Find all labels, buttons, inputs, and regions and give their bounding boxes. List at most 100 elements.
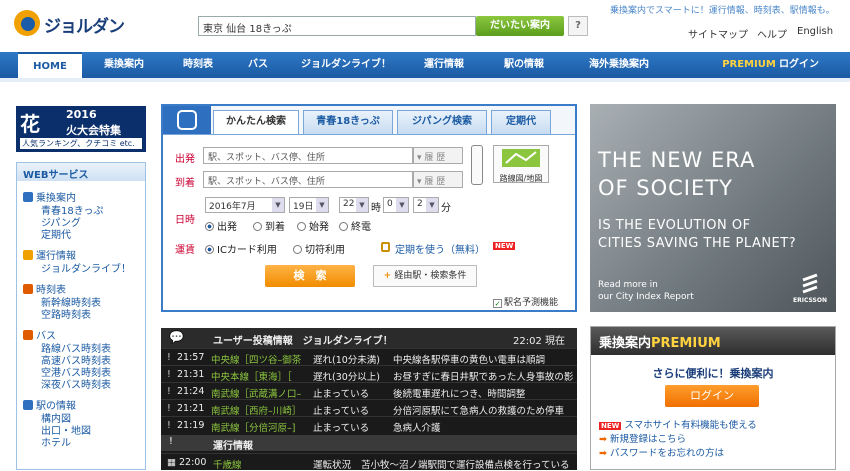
nav-overseas[interactable]: 海外乗換案内 — [574, 52, 664, 78]
route-map-label: 路線図/地図 — [499, 174, 543, 183]
sitemap-link[interactable]: サイトマップ — [688, 26, 748, 41]
nav-home[interactable]: HOME — [18, 52, 82, 78]
arrow-icon: ➡ — [599, 434, 607, 445]
hour-select[interactable]: 22 ▼ — [339, 197, 369, 213]
premium-link-smartphone[interactable]: NEW スマホサイト有料機能も使える — [599, 417, 757, 431]
feed-row[interactable]: ! 21:57 中央線［四ツ谷–御茶 遅れ(10分未満) 中央線各駅停車の黄色い電車は順… — [161, 348, 577, 366]
help-link[interactable]: ヘルプ — [757, 26, 787, 41]
time-option-label: 終電 — [351, 222, 371, 233]
to-history-dropdown[interactable]: ▾ 履 歴 — [413, 171, 463, 188]
warning-icon: ! — [169, 436, 173, 447]
info-icon: ! — [167, 369, 171, 380]
tab-commuter[interactable]: 定期代 — [491, 110, 551, 134]
minute-tens-value: 0 — [387, 199, 393, 209]
nav-timetable[interactable]: 時刻表 — [166, 52, 230, 78]
help-button[interactable]: ? — [568, 16, 588, 36]
route-map-button[interactable]: 路線図/地図 — [493, 145, 549, 183]
chevron-down-icon: ▼ — [356, 198, 368, 212]
jorudan-logo-icon[interactable] — [14, 10, 40, 36]
ops-row[interactable]: ▦ 22:00 千歳線 運転状況 苫小牧〜沼ノ端駅間で運行設備点検を行っている — [161, 453, 577, 471]
fare-label: 運賃 — [175, 245, 195, 256]
conditions-button[interactable]: + 経由駅・検索条件 — [373, 265, 477, 287]
nav-jorudan-live[interactable]: ジョルダンライブ！ — [290, 52, 402, 78]
time-option-label: 出発 — [217, 222, 237, 233]
time-option-arrival[interactable]: 到着 — [253, 218, 285, 233]
feed-time: 22:02 現在 — [513, 336, 565, 347]
from-station-input[interactable]: 駅、スポット、バス停、住所 — [203, 147, 413, 164]
ops-header: ! 運行情報 — [161, 435, 577, 452]
tab-easy-search[interactable]: かんたん検索 — [213, 110, 299, 134]
info-icon: ! — [167, 420, 171, 431]
new-badge: NEW — [599, 422, 622, 430]
to-history-label: 履 歴 — [424, 177, 446, 187]
info-icon: ! — [167, 386, 171, 397]
nav-bus[interactable]: バス — [232, 52, 284, 78]
feed-title: ユーザー投稿情報 ジョルダンライブ！ — [213, 336, 393, 347]
site-logo[interactable]: ジョルダン — [44, 12, 125, 37]
minute-tens-select[interactable]: 0 ▼ — [383, 197, 409, 213]
feed-row[interactable]: ! 21:24 南武線［武蔵溝ノ口– 止まっている 後続電車遅れにつき、時間調整 — [161, 382, 577, 400]
tab-seishun18[interactable]: 青春18きっぷ — [303, 110, 393, 134]
date-label: 日時 — [175, 215, 195, 226]
route-search-button[interactable]: 検 索 — [265, 265, 355, 287]
service-icon — [23, 400, 33, 410]
ws-item[interactable]: 定期代 — [41, 226, 71, 241]
nav-station-info[interactable]: 駅の情報 — [492, 52, 556, 78]
fare-ticket[interactable]: 切符利用 — [293, 241, 345, 256]
ops-title: 運行情報 — [213, 441, 253, 452]
search-button[interactable]: だいたい案内 — [476, 16, 564, 36]
premium-title-b: PREMIUM — [651, 336, 721, 351]
feed-line: 中央線［四ツ谷–御茶 — [211, 355, 302, 366]
ws-item[interactable]: ジョルダンライブ！ — [41, 260, 131, 275]
premium-link-password[interactable]: ➡ パスワードをお忘れの方は — [599, 445, 724, 459]
ws-item[interactable]: ホテル — [41, 434, 71, 449]
feed-row[interactable]: ! 21:21 南武線［西府–川崎］ 止まっている 分倍河原駅にて急病人の救護のため停車 — [161, 399, 577, 417]
nav-operation-info[interactable]: 運行情報 — [412, 52, 476, 78]
banner-year: 2016 — [66, 108, 97, 121]
feed-row[interactable]: ! 21:19 南武線［分倍河原–] 止まっている 急病人介護 — [161, 416, 577, 434]
time-option-label: 到着 — [265, 222, 285, 233]
nav-transfer[interactable]: 乗換案内 — [92, 52, 156, 78]
ericsson-ad[interactable]: THE NEW ERA OF SOCIETY IS THE EVOLUTION … — [590, 104, 836, 312]
radio-icon — [205, 222, 214, 231]
ad-headline-2: OF SOCIETY — [598, 176, 733, 200]
panel-body: 出発 駅、スポット、バス停、住所 ▾ 履 歴 到着 駅、スポット、バス停、住所 … — [163, 134, 575, 310]
swap-stations-button[interactable] — [471, 145, 483, 185]
feed-line: 南武線［西府–川崎］ — [211, 406, 302, 417]
ericsson-logo: ERICSSON — [790, 272, 830, 308]
lock-icon — [381, 242, 390, 252]
search-input[interactable]: 東京 仙台 18きっぷ — [198, 16, 476, 36]
ops-message: 苫小牧〜沼ノ端駅間で運行設備点検を行っている — [361, 460, 570, 471]
year-month-select[interactable]: 2016年7月 ▼ — [205, 197, 285, 213]
check-icon: ✓ — [493, 299, 502, 308]
ws-item[interactable]: 空路時刻表 — [41, 306, 91, 321]
feed-line: 中央本線［東海］［ — [211, 372, 292, 383]
premium-title: 乗換案内PREMIUM — [591, 327, 835, 355]
feed-line: 南武線［武蔵溝ノ口– — [211, 389, 302, 400]
fireworks-banner[interactable]: 花 2016 火大会特集 人気ランキング、クチコミ etc. — [16, 106, 146, 152]
feed-status: 遅れ(10分未満) — [313, 355, 381, 366]
info-icon: ! — [167, 403, 171, 414]
commuter-link[interactable]: 定期を使う（無料） — [395, 241, 485, 256]
conditions-label: 経由駅・検索条件 — [394, 271, 467, 281]
time-option-departure[interactable]: 出発 — [205, 218, 237, 233]
day-select[interactable]: 19日 ▼ — [289, 197, 329, 213]
suggest-checkbox[interactable]: ✓ 駅名予測機能 — [493, 295, 558, 308]
chevron-down-icon: ▼ — [396, 198, 408, 212]
time-option-last[interactable]: 終電 — [339, 218, 371, 233]
service-icon — [23, 192, 33, 202]
ws-item[interactable]: 深夜バス時刻表 — [41, 376, 111, 391]
ad-sub-2: CITIES SAVING THE PLANET? — [598, 236, 797, 251]
tab-zipangu[interactable]: ジパング検索 — [397, 110, 487, 134]
to-station-input[interactable]: 駅、スポット、バス停、住所 — [203, 171, 413, 188]
nav-premium[interactable]: PREMIUM — [722, 52, 776, 78]
premium-login-button[interactable]: ログイン — [665, 385, 759, 407]
time-option-first[interactable]: 始発 — [297, 218, 329, 233]
from-history-dropdown[interactable]: ▾ 履 歴 — [413, 147, 463, 164]
minute-ones-select[interactable]: 2 ▼ — [413, 197, 439, 213]
nav-login[interactable]: ログイン — [776, 52, 822, 78]
feed-row[interactable]: ! 21:31 中央本線［東海］［ 遅れ(30分以上) お昼すぎに春日井駅であった人身事… — [161, 365, 577, 383]
fare-ic-card[interactable]: ICカード利用 — [205, 241, 277, 256]
premium-link-register[interactable]: ➡ 新規登録はこちら — [599, 431, 686, 445]
english-link[interactable]: English — [797, 26, 833, 37]
